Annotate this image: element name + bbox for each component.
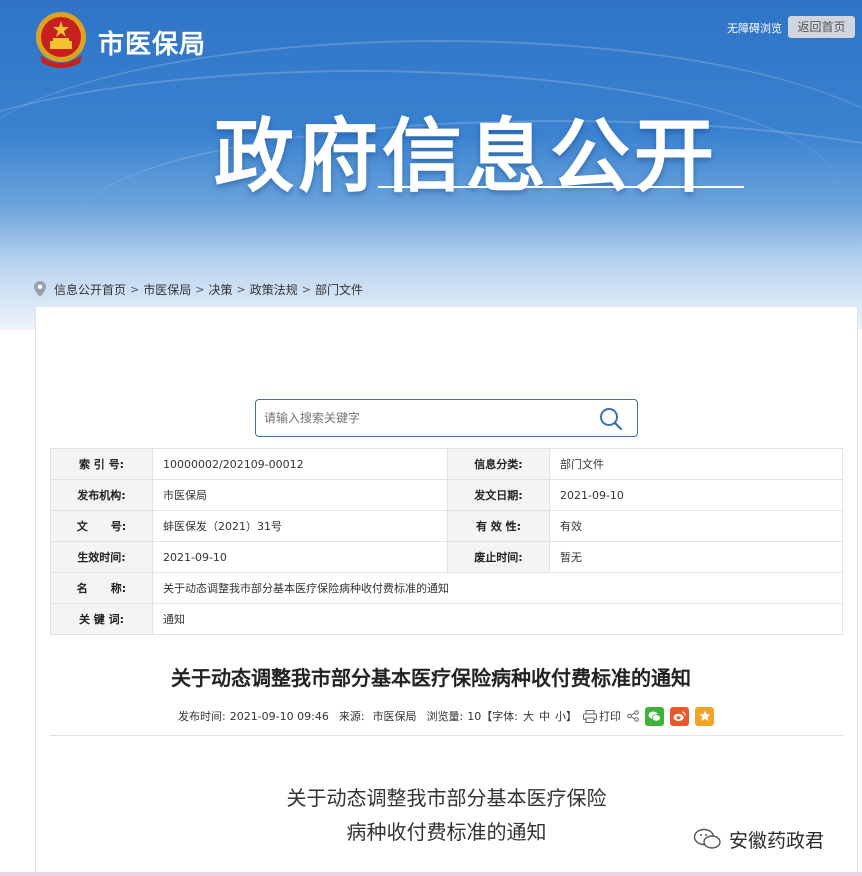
document-info-table: 索 引 号: 10000002/202109-00012 信息分类: 部门文件 … [50,448,843,635]
header-banner: 市医保局 无障碍浏览 返回首页 政府信息公开 信息公开首页 > 市医保局 > 决… [0,0,862,330]
banner-title-underline [378,186,744,188]
font-size-medium[interactable]: 中 [539,708,550,724]
repeal-date-value: 暂无 [549,541,843,573]
views-label: 浏览量: [426,710,464,723]
search-icon[interactable] [599,407,623,431]
agency-name[interactable]: 市医保局 [98,24,206,61]
issue-date-label: 发文日期: [447,479,550,511]
font-size-label: 【字体: [481,710,518,723]
document-title-line-1: 关于动态调整我市部分基本医疗保险 [286,786,607,810]
doc-number-label: 文 号: [50,510,153,542]
doc-number-value: 蚌医保发（2021）31号 [152,510,448,542]
article-meta-bar: 发布时间: 2021-09-10 09:46 来源: 市医保局 浏览量: 10 … [178,706,714,726]
source: 市医保局 [372,710,417,723]
publish-time: 2021-09-10 09:46 [229,709,329,723]
national-emblem-icon [36,12,86,68]
source-label: 来源: [338,710,365,723]
validity-value: 有效 [549,510,843,542]
article-divider [50,735,843,736]
table-row: 生效时间: 2021-09-10 废止时间: 暂无 [50,541,843,573]
name-label: 名 称: [50,572,153,604]
breadcrumb-item-department-docs[interactable]: 部门文件 [315,281,363,298]
accessibility-link[interactable]: 无障碍浏览 [727,20,782,36]
publish-time-label: 发布时间: [178,710,226,723]
watermark: 安徽药政君 [693,826,824,852]
validity-label: 有 效 性: [447,510,550,542]
keywords-value: 通知 [152,603,843,635]
breadcrumb-separator: > [236,282,246,296]
table-row: 文 号: 蚌医保发（2021）31号 有 效 性: 有效 [50,510,843,542]
breadcrumb-separator: > [130,282,140,296]
favorite-star-icon[interactable] [695,706,714,726]
publisher-value: 市医保局 [152,479,448,511]
effective-date-label: 生效时间: [50,541,153,573]
location-pin-icon [34,281,46,297]
views-count: 10 [467,709,482,723]
search-box [255,399,638,437]
keywords-label: 关 键 词: [50,603,153,635]
print-link[interactable]: 打印 [599,708,621,724]
font-size-large[interactable]: 大 [523,708,534,724]
publisher-label: 发布机构: [50,479,153,511]
breadcrumb-separator: > [195,282,205,296]
font-size-small[interactable]: 小 [555,708,566,724]
breadcrumb-separator: > [301,282,311,296]
issue-date-value: 2021-09-10 [549,479,843,511]
table-row: 索 引 号: 10000002/202109-00012 信息分类: 部门文件 [50,448,843,480]
watermark-text: 安徽药政君 [729,829,825,852]
breadcrumb: 信息公开首页 > 市医保局 > 决策 > 政策法规 > 部门文件 [34,280,363,298]
wechat-official-account-icon [693,828,721,849]
category-value: 部门文件 [549,448,843,480]
table-row: 名 称: 关于动态调整我市部分基本医疗保险病种收付费标准的通知 [50,572,843,604]
breadcrumb-item-decision[interactable]: 决策 [208,281,232,298]
breadcrumb-item-policy[interactable]: 政策法规 [250,281,298,298]
weibo-share-icon[interactable] [670,706,689,726]
font-size-close: 】 [566,710,577,723]
banner-title: 政府信息公开 [214,110,718,203]
search-input[interactable] [264,408,584,428]
home-button[interactable]: 返回首页 [788,16,855,38]
effective-date-value: 2021-09-10 [152,541,448,573]
share-icon[interactable] [627,710,639,722]
repeal-date-label: 废止时间: [447,541,550,573]
article-title: 关于动态调整我市部分基本医疗保险病种收付费标准的通知 [171,666,691,690]
category-label: 信息分类: [447,448,550,480]
name-value: 关于动态调整我市部分基本医疗保险病种收付费标准的通知 [152,572,843,604]
breadcrumb-item-home[interactable]: 信息公开首页 [54,281,126,298]
wechat-share-icon[interactable] [645,706,664,726]
table-row: 发布机构: 市医保局 发文日期: 2021-09-10 [50,479,843,511]
table-row: 关 键 词: 通知 [50,603,843,635]
index-value: 10000002/202109-00012 [152,448,448,480]
printer-icon[interactable] [583,709,597,723]
index-label: 索 引 号: [50,448,153,480]
bottom-strip [0,872,862,876]
breadcrumb-item-agency[interactable]: 市医保局 [143,281,191,298]
